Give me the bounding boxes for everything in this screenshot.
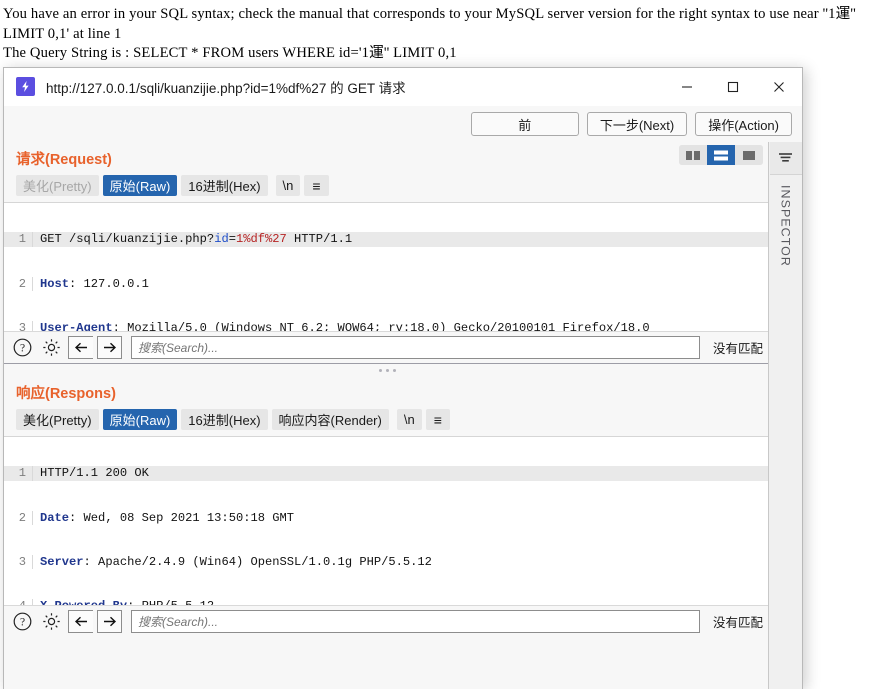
help-icon[interactable]: ? — [10, 335, 35, 360]
burp-lightning-icon — [16, 77, 35, 96]
tab-request-newline[interactable]: \n — [275, 175, 301, 196]
response-code: 1 HTTP/1.1 200 OK 2 Date: Wed, 08 Sep 20… — [4, 437, 771, 605]
burp-intercept-window: http://127.0.0.1/sqli/kuanzijie.php?id=1… — [3, 67, 803, 689]
response-title: 响应(Respons) — [16, 386, 116, 402]
request-tabs: 美化(Pretty) 原始(Raw) 16进制(Hex) \n ≡ — [4, 169, 771, 202]
code-line: 3 Server: Apache/2.4.9 (Win64) OpenSSL/1… — [4, 554, 771, 570]
gear-icon[interactable] — [39, 609, 64, 634]
request-title: 请求(Request) — [16, 152, 112, 168]
action-button[interactable]: 操作(Action) — [695, 112, 792, 136]
search-prev-button[interactable] — [68, 610, 93, 633]
code-segment: GET /sqli/kuanzijie.php? — [40, 232, 215, 247]
response-menu-icon[interactable]: ≡ — [425, 409, 450, 430]
code-segment: User-Agent — [40, 320, 113, 331]
response-editor[interactable]: 1 HTTP/1.1 200 OK 2 Date: Wed, 08 Sep 20… — [4, 436, 771, 605]
code-segment: HTTP/1.1 — [286, 232, 353, 247]
request-panel: 请求(Request) 美化(Pretty) 原始(Raw) 16进制(Hex)… — [4, 142, 771, 363]
response-panel-header: 响应(Respons) — [4, 376, 771, 403]
minimize-button[interactable] — [664, 68, 710, 105]
code-line: 1 HTTP/1.1 200 OK — [4, 466, 771, 482]
request-search-input[interactable] — [131, 336, 700, 359]
pane-splitter[interactable] — [4, 363, 771, 376]
line-text: HTTP/1.1 200 OK — [33, 466, 771, 482]
code-segment: id — [214, 232, 229, 247]
maximize-button[interactable] — [710, 68, 756, 105]
gear-icon[interactable] — [39, 335, 64, 360]
line-number: 2 — [4, 510, 33, 526]
code-segment: 1%df%27 — [235, 232, 287, 247]
tab-response-hex[interactable]: 16进制(Hex) — [181, 409, 268, 430]
code-segment: : PHP/5.5.12 — [127, 599, 214, 605]
forward-button[interactable]: 前 — [470, 112, 579, 136]
line-text: Host: 127.0.0.1 — [33, 277, 771, 292]
line-text: X-Powered-By: PHP/5.5.12 — [33, 599, 771, 605]
search-next-button[interactable] — [97, 336, 122, 359]
request-match-status: 没有匹配 — [712, 342, 763, 356]
window-title: http://127.0.0.1/sqli/kuanzijie.php?id=1… — [46, 80, 406, 96]
intercept-action-toolbar: 前 下一步(Next) 操作(Action) — [4, 106, 802, 142]
window-titlebar: http://127.0.0.1/sqli/kuanzijie.php?id=1… — [4, 68, 802, 106]
response-panel: 响应(Respons) 美化(Pretty) 原始(Raw) 16进制(Hex)… — [4, 376, 771, 637]
response-tabs: 美化(Pretty) 原始(Raw) 16进制(Hex) 响应内容(Render… — [4, 403, 771, 436]
response-search-input[interactable] — [131, 610, 700, 633]
next-button[interactable]: 下一步(Next) — [586, 112, 688, 136]
request-editor[interactable]: 1 GET /sqli/kuanzijie.php?id=1%df%27 HTT… — [4, 202, 771, 331]
message-panes-container: 请求(Request) 美化(Pretty) 原始(Raw) 16进制(Hex)… — [4, 142, 802, 689]
code-segment: Server — [40, 554, 84, 569]
request-code: 1 GET /sqli/kuanzijie.php?id=1%df%27 HTT… — [4, 203, 771, 331]
code-segment: X-Powered-By — [40, 599, 127, 605]
line-text: User-Agent: Mozilla/5.0 (Windows NT 6.2;… — [33, 321, 771, 331]
request-menu-icon[interactable]: ≡ — [304, 175, 329, 196]
tab-request-raw[interactable]: 原始(Raw) — [102, 175, 178, 196]
request-panel-header: 请求(Request) — [4, 142, 771, 169]
code-segment: Date — [40, 510, 70, 525]
code-line: 4 X-Powered-By: PHP/5.5.12 — [4, 598, 771, 605]
tab-response-raw[interactable]: 原始(Raw) — [102, 409, 178, 430]
line-number: 3 — [4, 554, 33, 570]
window-control-buttons — [664, 68, 802, 105]
svg-text:?: ? — [20, 343, 25, 355]
code-line: 2 Host: 127.0.0.1 — [4, 276, 771, 292]
code-segment: : Mozilla/5.0 (Windows NT 6.2; WOW64; rv… — [112, 320, 650, 331]
code-line: 3 User-Agent: Mozilla/5.0 (Windows NT 6.… — [4, 320, 771, 331]
response-match-status: 没有匹配 — [712, 616, 763, 630]
code-segment: : Apache/2.4.9 (Win64) OpenSSL/1.0.1g PH… — [83, 554, 432, 569]
layout-toggle-group — [679, 145, 763, 165]
sql-error-message: You have an error in your SQL syntax; ch… — [3, 6, 856, 62]
help-icon[interactable]: ? — [10, 609, 35, 634]
close-button[interactable] — [756, 68, 802, 105]
tab-request-pretty[interactable]: 美化(Pretty) — [16, 175, 99, 196]
code-segment: : Wed, 08 Sep 2021 13:50:18 GMT — [69, 510, 295, 525]
line-text: Date: Wed, 08 Sep 2021 13:50:18 GMT — [33, 511, 771, 526]
request-search-bar: ? 没有匹配 — [4, 331, 771, 363]
line-number: 1 — [4, 232, 33, 248]
inspector-panel-icon[interactable] — [769, 142, 802, 175]
line-text: GET /sqli/kuanzijie.php?id=1%df%27 HTTP/… — [33, 232, 771, 248]
code-line: 1 GET /sqli/kuanzijie.php?id=1%df%27 HTT… — [4, 232, 771, 248]
code-segment: : 127.0.0.1 — [69, 276, 149, 291]
line-text: Server: Apache/2.4.9 (Win64) OpenSSL/1.0… — [33, 555, 771, 570]
tab-response-render[interactable]: 响应内容(Render) — [271, 409, 389, 430]
split-vertical-icon[interactable] — [679, 145, 707, 165]
code-line: 2 Date: Wed, 08 Sep 2021 13:50:18 GMT — [4, 510, 771, 526]
tab-response-pretty[interactable]: 美化(Pretty) — [16, 409, 99, 430]
inspector-rail: INSPECTOR — [768, 142, 802, 689]
search-prev-button[interactable] — [68, 336, 93, 359]
line-number: 3 — [4, 320, 33, 331]
svg-text:?: ? — [20, 617, 25, 629]
inspector-label[interactable]: INSPECTOR — [779, 185, 793, 267]
single-pane-icon[interactable] — [735, 145, 763, 165]
code-segment: = — [228, 232, 236, 247]
split-horizontal-icon[interactable] — [707, 145, 735, 165]
line-number: 1 — [4, 466, 33, 482]
tab-request-hex[interactable]: 16进制(Hex) — [181, 175, 268, 196]
line-number: 2 — [4, 276, 33, 292]
splitter-dots-icon — [379, 368, 396, 372]
line-number: 4 — [4, 598, 33, 605]
search-next-button[interactable] — [97, 610, 122, 633]
code-segment: HTTP/1.1 200 OK — [40, 466, 149, 481]
tab-response-newline[interactable]: \n — [396, 409, 422, 430]
code-segment: Host — [40, 276, 70, 291]
response-search-bar: ? 没有匹配 — [4, 605, 771, 637]
